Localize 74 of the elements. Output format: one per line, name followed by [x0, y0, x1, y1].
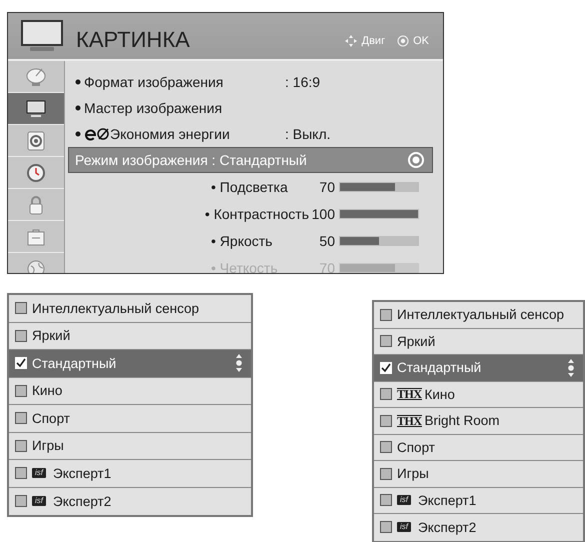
logo-badge: THX: [397, 388, 422, 400]
checkbox[interactable]: [15, 302, 27, 314]
ok-button-icon: [397, 35, 410, 47]
slider-value: 50: [318, 232, 335, 248]
logo-badge: isf: [32, 468, 46, 478]
option-label: Bright Room: [424, 413, 500, 428]
checkbox[interactable]: [380, 441, 392, 454]
checkbox[interactable]: [380, 308, 392, 321]
checkbox[interactable]: [15, 440, 27, 452]
checkbox[interactable]: [380, 388, 392, 400]
slider-label: • Яркость: [211, 232, 274, 248]
item-value: : Выкл.: [285, 126, 332, 142]
item-label: Формат изображения: [84, 74, 224, 90]
option-label: Яркий: [32, 328, 70, 344]
checkbox[interactable]: [15, 467, 27, 480]
option-label: Кино: [424, 386, 455, 402]
logo-badge: THX: [397, 414, 422, 427]
option-label: Эксперт1: [53, 466, 112, 481]
slider-label: • Контрастность: [204, 206, 309, 222]
hint-label: Двиг: [362, 35, 386, 47]
category-tab[interactable]: [8, 93, 64, 125]
checkbox[interactable]: [380, 494, 392, 506]
logo-badge: isf: [32, 496, 46, 506]
checkbox[interactable]: [15, 384, 27, 397]
option-label: Интеллектуальный сенсор: [32, 300, 200, 316]
option-label: Интеллектуальный сенсор: [397, 307, 564, 322]
option-label: Стандартный: [32, 356, 116, 371]
scroll-arrows-icon: [567, 358, 575, 377]
item-value: : 16:9: [285, 74, 322, 90]
slider-track[interactable]: [339, 182, 419, 192]
slider-value: 70: [318, 178, 335, 194]
mode-option[interactable]: Яркий: [9, 322, 251, 350]
mode-option[interactable]: Спорт: [374, 434, 583, 461]
direction-arrows-icon: [344, 34, 358, 48]
mode-option[interactable]: isf Эксперт1: [374, 488, 583, 514]
mode-option[interactable]: Стандартный: [374, 355, 583, 382]
option-label: Игры: [32, 438, 64, 454]
checkbox[interactable]: [15, 495, 27, 508]
option-label: Игры: [397, 466, 429, 482]
option-label: Кино: [32, 383, 62, 398]
slider-value: 100: [310, 206, 335, 222]
option-label: Эксперт2: [53, 494, 112, 509]
slider-track[interactable]: [339, 236, 419, 246]
logo-badge: isf: [397, 495, 411, 506]
item-label: Экономия энергии: [110, 126, 230, 142]
mode-option[interactable]: THX Кино: [374, 382, 583, 408]
menu-title: КАРТИНКА: [76, 27, 191, 53]
option-label: Спорт: [32, 410, 70, 426]
slider-label: • Подсветка: [211, 178, 289, 194]
tv-icon: [20, 19, 64, 53]
checkbox[interactable]: [380, 468, 392, 480]
checkbox[interactable]: [380, 521, 392, 534]
checkbox[interactable]: [15, 330, 27, 342]
option-label: Стандартный: [397, 360, 482, 376]
checkbox[interactable]: [15, 412, 27, 424]
option-label: Спорт: [397, 440, 435, 455]
mode-option[interactable]: Стандартный: [9, 350, 251, 378]
menu-item[interactable]: Экономия энергии : Выкл.: [68, 121, 433, 147]
mode-option[interactable]: Игры: [9, 432, 251, 460]
mode-option[interactable]: Кино: [9, 378, 251, 405]
item-label: Режим изображения : Стандартный: [75, 152, 307, 168]
checkbox[interactable]: [380, 414, 392, 427]
option-label: Яркий: [397, 334, 436, 349]
scroll-arrows-icon: [235, 354, 243, 372]
mode-option[interactable]: Яркий: [374, 328, 583, 355]
item-label: Мастер изображения: [84, 100, 222, 116]
option-label: Эксперт1: [418, 492, 476, 508]
menu-item[interactable]: Мастер изображения: [68, 95, 433, 121]
checkbox[interactable]: [380, 335, 392, 348]
menu-item[interactable]: Формат изображения : 16:9: [68, 69, 433, 95]
radio-selected-icon: [408, 152, 424, 168]
logo-badge: isf: [397, 522, 411, 532]
option-label: Эксперт2: [418, 520, 476, 535]
hint-label: OK: [413, 35, 429, 47]
